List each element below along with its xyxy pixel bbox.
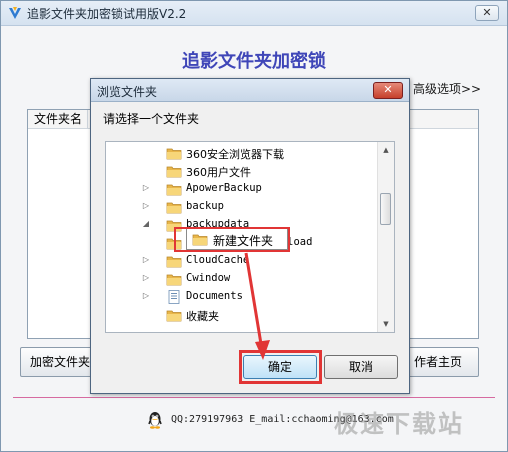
scroll-up-arrow-icon[interactable]: ▲: [378, 142, 394, 158]
dialog-title: 浏览文件夹: [97, 85, 158, 99]
tree-item[interactable]: ▷ CloudCache: [106, 252, 378, 270]
expand-arrow-icon[interactable]: ▷: [142, 183, 150, 193]
tree-item[interactable]: ▷ ApowerBackup: [106, 180, 378, 198]
folder-icon: [166, 310, 182, 322]
dialog-titlebar[interactable]: 浏览文件夹 ✕: [91, 79, 409, 102]
app-heading: 追影文件夹加密锁: [182, 51, 326, 72]
folder-icon: [166, 256, 182, 268]
expand-arrow-icon[interactable]: [142, 147, 150, 157]
footer-divider: [13, 397, 495, 398]
tree-item-label: CloudCache: [186, 254, 250, 266]
folder-icon: [166, 202, 182, 214]
expand-arrow-icon[interactable]: ◢: [142, 219, 150, 229]
folder-icon: [166, 148, 182, 160]
tree-item[interactable]: ▷ Cwindow: [106, 270, 378, 288]
qq-penguin-icon: [148, 412, 162, 429]
expand-arrow-icon[interactable]: ▷: [142, 201, 150, 211]
cancel-button[interactable]: 取消: [324, 355, 398, 379]
ok-button[interactable]: 确定: [243, 355, 317, 379]
tree-item[interactable]: 360用户文件: [106, 162, 378, 180]
tree-item-label: backup: [186, 200, 224, 212]
expand-arrow-icon[interactable]: ▷: [142, 273, 150, 283]
tree-item-label: 360安全浏览器下载: [186, 148, 284, 161]
tree-item-label: 收藏夹: [186, 310, 219, 323]
encrypt-folder-button[interactable]: 加密文件夹: [20, 347, 100, 377]
main-titlebar[interactable]: 追影文件夹加密锁试用版V2.2 ✕: [1, 1, 507, 26]
tree-item[interactable]: ▷ Documents: [106, 288, 378, 306]
folder-tree[interactable]: 360安全浏览器下载 360用户文件 ▷ ApowerBackup ▷ backup ◢ ba…: [105, 141, 395, 333]
tree-item-label: Documents: [186, 290, 243, 302]
app-logo-icon: [9, 7, 21, 19]
expand-arrow-icon[interactable]: [142, 309, 150, 319]
scrollbar-thumb[interactable]: [380, 193, 391, 225]
browse-folder-dialog: 浏览文件夹 ✕ 请选择一个文件夹 360安全浏览器下载 360用户文件 ▷ Apowe…: [90, 78, 410, 394]
folder-icon: [166, 274, 182, 286]
folder-icon: [166, 184, 182, 196]
folder-icon: [166, 166, 182, 178]
tree-item[interactable]: 360安全浏览器下载: [106, 144, 378, 162]
new-folder-highlight: [174, 227, 290, 252]
expand-arrow-icon[interactable]: [142, 165, 150, 175]
tree-item-label: ApowerBackup: [186, 182, 262, 194]
expand-arrow-icon[interactable]: [142, 237, 150, 247]
expand-arrow-icon[interactable]: ▷: [142, 291, 150, 301]
tree-vertical-scrollbar[interactable]: ▲ ▼: [377, 142, 394, 332]
tree-item[interactable]: ▷ backup: [106, 198, 378, 216]
main-close-button[interactable]: ✕: [475, 5, 499, 21]
library-folder-icon: [168, 290, 180, 304]
tree-item-label: Cwindow: [186, 272, 231, 284]
advanced-options-link[interactable]: 高级选项>>: [413, 80, 481, 97]
expand-arrow-icon[interactable]: ▷: [142, 255, 150, 265]
scroll-down-arrow-icon[interactable]: ▼: [378, 316, 394, 332]
dialog-prompt: 请选择一个文件夹: [103, 112, 200, 126]
column-header-folder-name[interactable]: 文件夹名: [28, 110, 88, 128]
dialog-close-button[interactable]: ✕: [373, 82, 403, 99]
site-watermark: 极速下载站: [334, 410, 464, 438]
tree-item[interactable]: 收藏夹: [106, 306, 378, 324]
tree-item-label: 360用户文件: [186, 166, 251, 179]
main-window-title: 追影文件夹加密锁试用版V2.2: [27, 7, 187, 21]
